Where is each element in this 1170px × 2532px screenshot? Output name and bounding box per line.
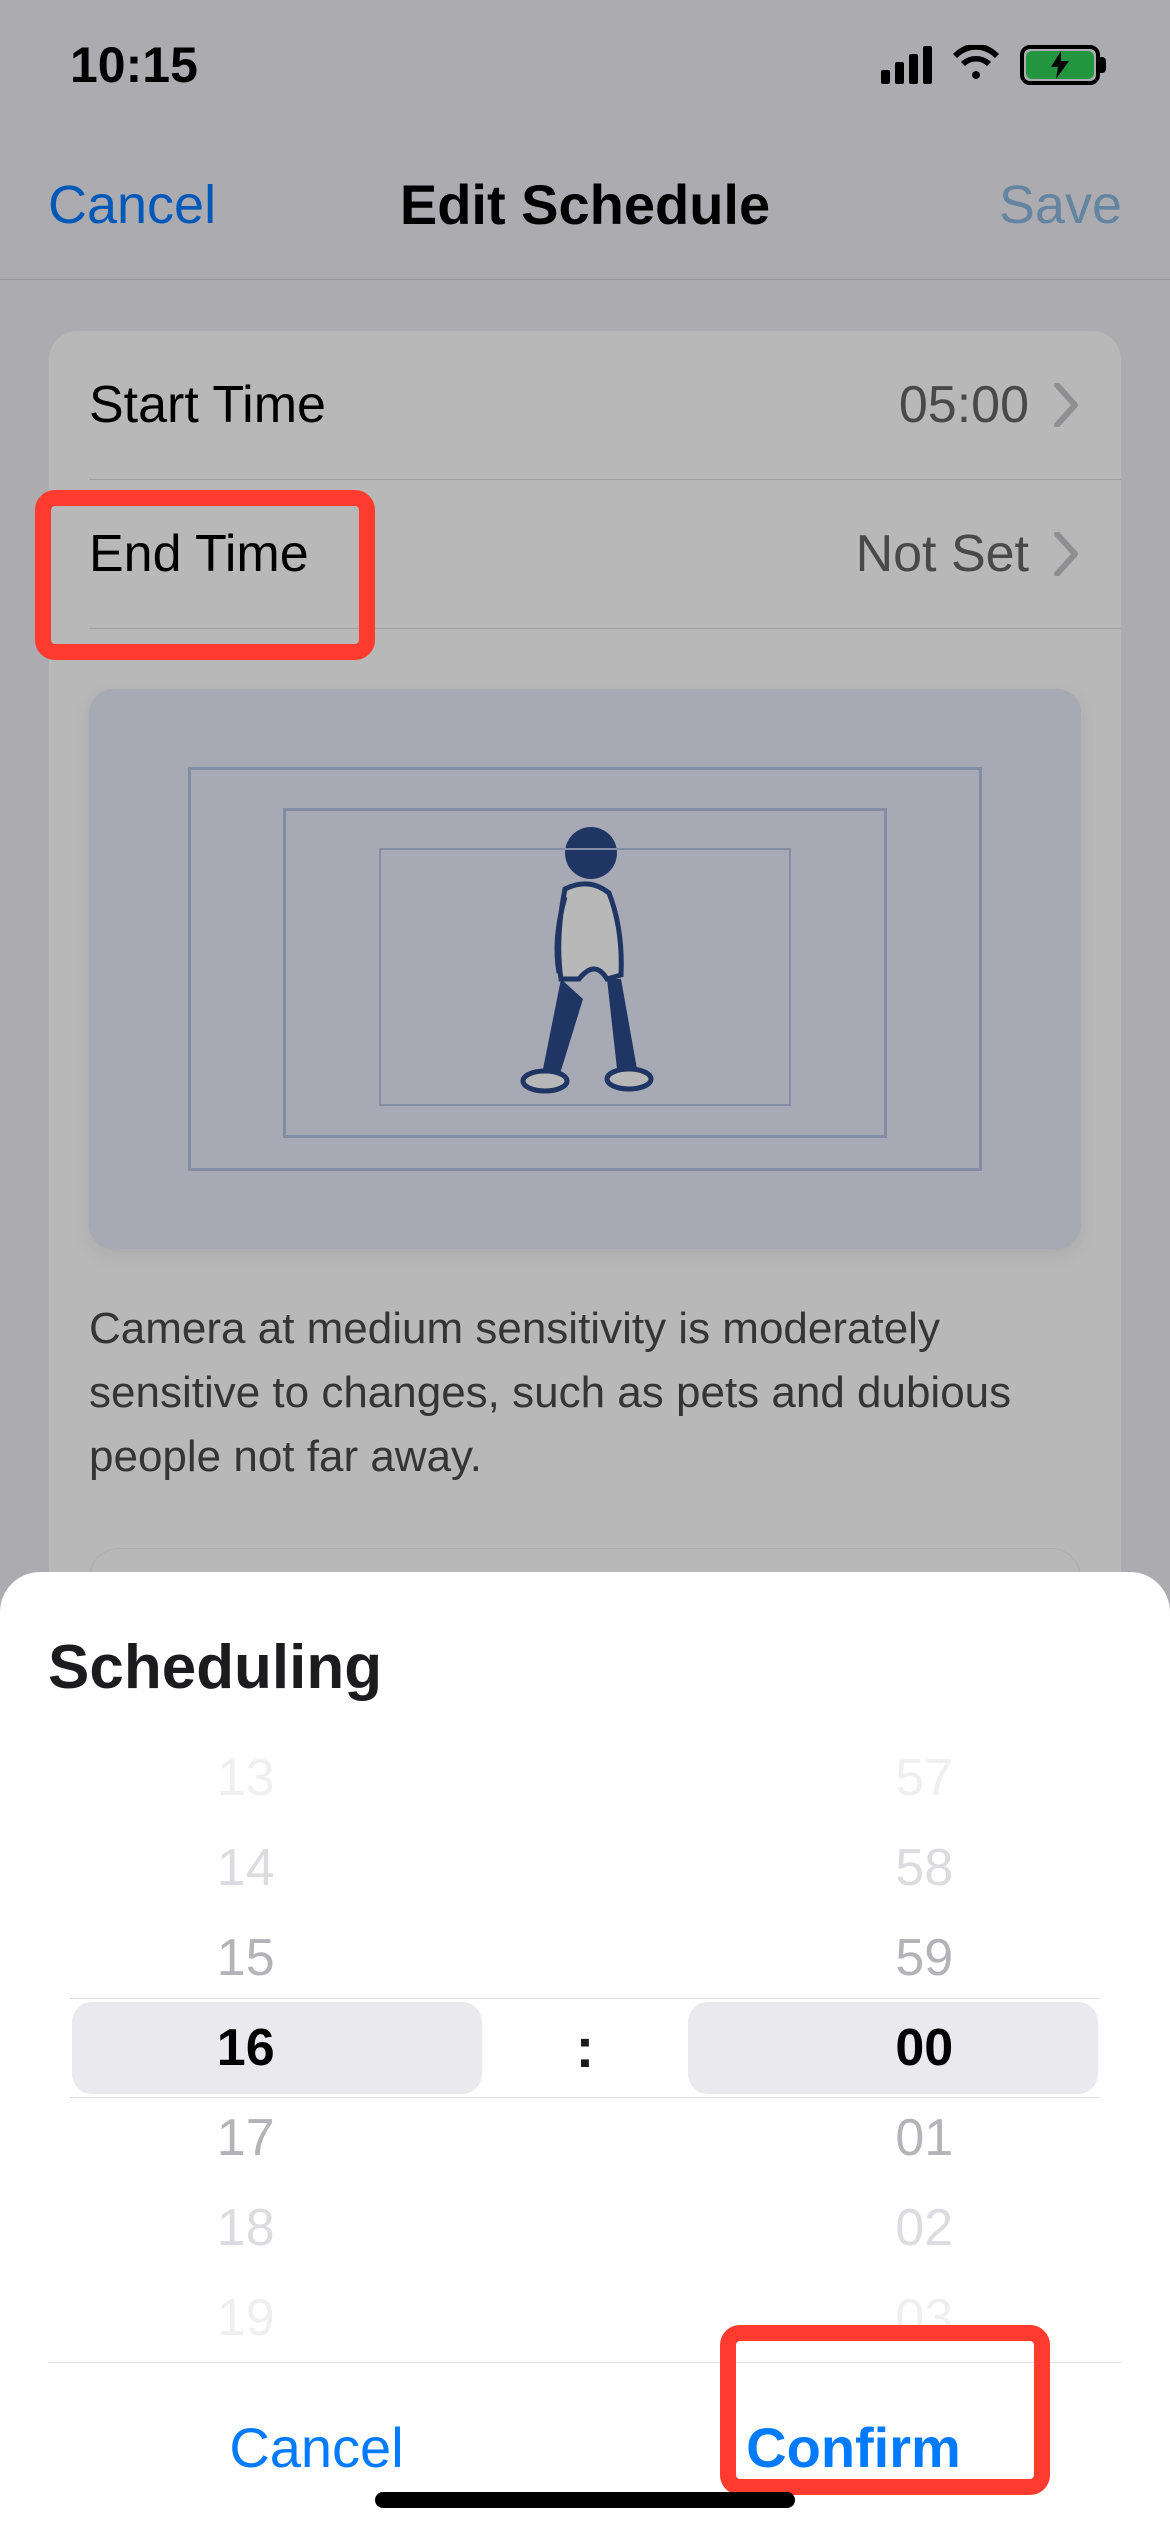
time-separator: :	[491, 1798, 678, 2298]
minute-picker[interactable]: 57 58 59 00 01 02 03	[679, 1798, 1170, 2298]
home-indicator[interactable]	[375, 2492, 795, 2508]
hour-option: 15	[0, 1913, 491, 2003]
hour-option: 18	[0, 2183, 491, 2273]
hour-option: 14	[0, 1823, 491, 1913]
hour-option: 19	[0, 2273, 491, 2363]
sheet-title: Scheduling	[0, 1572, 1170, 1733]
hour-option: 13	[0, 1733, 491, 1823]
minute-option: 02	[679, 2183, 1170, 2273]
minute-option: 58	[679, 1823, 1170, 1913]
scheduling-sheet: Scheduling 13 14 15 16 17 18 19 : 57 58	[0, 1572, 1170, 2532]
minute-option: 03	[679, 2273, 1170, 2363]
hour-selected: 16	[0, 2003, 491, 2093]
minute-selected: 00	[679, 2003, 1170, 2093]
minute-option: 57	[679, 1733, 1170, 1823]
minute-option: 59	[679, 1913, 1170, 2003]
hour-option: 17	[0, 2093, 491, 2183]
hour-picker[interactable]: 13 14 15 16 17 18 19	[0, 1798, 491, 2298]
minute-option: 01	[679, 2093, 1170, 2183]
